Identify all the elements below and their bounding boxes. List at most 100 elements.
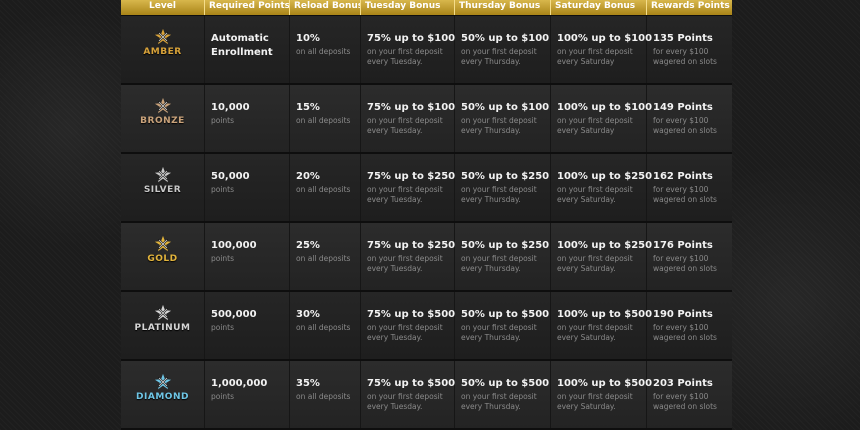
saturday-bonus-note: on your first deposit every Saturday	[557, 116, 633, 135]
level-name: SILVER	[143, 185, 182, 195]
header-reload-bonus: Reload Bonus	[290, 0, 361, 15]
saturday-bonus-note: on your first deposit every Saturday.	[557, 185, 633, 204]
tuesday-bonus-note: on your first deposit every Tuesday.	[367, 116, 443, 135]
required-points-note: points	[211, 323, 235, 332]
saturday-bonus-cell: 100% up to $250 on your first deposit eve…	[551, 223, 653, 290]
reload-bonus-value: 35%	[296, 378, 320, 389]
saturday-bonus-cell: 100% up to $100 on your first deposit eve…	[551, 85, 652, 152]
tuesday-bonus-value: 75% up to $500	[367, 309, 456, 320]
rewards-points-note: for every $100 wagered on slots	[653, 323, 717, 342]
thursday-bonus-cell: 50% up to $500 on your first deposit ever…	[455, 292, 551, 359]
required-points-value: 50,000	[211, 171, 250, 182]
tuesday-bonus-value: 75% up to $250	[367, 171, 456, 182]
x-star-emblem-icon	[154, 373, 171, 390]
rewards-points-value: 176 Points	[653, 240, 713, 251]
reload-bonus-note: on all deposits	[296, 392, 351, 401]
tuesday-bonus-value: 75% up to $500	[367, 378, 456, 389]
thursday-bonus-note: on your first deposit every Thursday.	[461, 116, 537, 135]
tuesday-bonus-note: on your first deposit every Tuesday.	[367, 392, 443, 411]
x-star-emblem-icon	[154, 166, 171, 183]
reload-bonus-cell: 30% on all deposits	[290, 292, 361, 359]
reload-bonus-cell: 25% on all deposits	[290, 223, 361, 290]
table-row: BRONZE 10,000 points 15% on all deposits…	[121, 85, 732, 152]
tuesday-bonus-note: on your first deposit every Tuesday.	[367, 47, 443, 66]
required-points-note: points	[211, 185, 235, 194]
required-points-cell: 500,000 points	[205, 292, 290, 359]
level-cell: DIAMOND	[121, 361, 205, 428]
saturday-bonus-note: on your first deposit every Saturday	[557, 47, 633, 66]
thursday-bonus-cell: 50% up to $100 on your first deposit ever…	[455, 16, 551, 83]
thursday-bonus-cell: 50% up to $250 on your first deposit ever…	[455, 154, 551, 221]
tuesday-bonus-cell: 75% up to $250 on your first deposit ever…	[361, 223, 455, 290]
thursday-bonus-value: 50% up to $500	[461, 309, 550, 320]
reload-bonus-note: on all deposits	[296, 185, 351, 194]
required-points-cell: 50,000 points	[205, 154, 290, 221]
saturday-bonus-note: on your first deposit every Saturday.	[557, 392, 633, 411]
required-points-value: Automatic Enrollment	[211, 33, 273, 58]
required-points-cell: Automatic Enrollment	[205, 16, 290, 83]
thursday-bonus-value: 50% up to $100	[461, 33, 550, 44]
rewards-points-cell: 135 Points for every $100 wagered on slot…	[647, 16, 732, 83]
table-row: GOLD 100,000 points 25% on all deposits …	[121, 223, 732, 290]
reload-bonus-note: on all deposits	[296, 323, 351, 332]
reload-bonus-note: on all deposits	[296, 254, 351, 263]
rewards-points-note: for every $100 wagered on slots	[653, 254, 717, 273]
header-level: Level	[121, 0, 205, 15]
saturday-bonus-value: 100% up to $500	[557, 309, 653, 320]
saturday-bonus-cell: 100% up to $500 on your first deposit eve…	[551, 361, 653, 428]
table-body: AMBER Automatic Enrollment 10% on all de…	[121, 16, 732, 430]
saturday-bonus-cell: 100% up to $250 on your first deposit eve…	[551, 154, 652, 221]
rewards-points-value: 190 Points	[653, 309, 713, 320]
table-row: AMBER Automatic Enrollment 10% on all de…	[121, 16, 732, 83]
x-star-emblem-icon	[154, 28, 171, 45]
required-points-value: 100,000	[211, 240, 257, 251]
required-points-note: points	[211, 254, 235, 263]
x-star-emblem-icon	[154, 235, 171, 252]
required-points-note: points	[211, 116, 235, 125]
reload-bonus-value: 15%	[296, 102, 320, 113]
reload-bonus-value: 20%	[296, 171, 320, 182]
thursday-bonus-note: on your first deposit every Thursday.	[461, 392, 537, 411]
saturday-bonus-value: 100% up to $100	[557, 33, 653, 44]
level-cell: PLATINUM	[121, 292, 205, 359]
tuesday-bonus-cell: 75% up to $250 on your first deposit ever…	[361, 154, 455, 221]
saturday-bonus-value: 100% up to $250	[557, 240, 653, 251]
rewards-points-note: for every $100 wagered on slots	[653, 47, 717, 66]
required-points-value: 10,000	[211, 102, 250, 113]
rewards-points-value: 203 Points	[653, 378, 713, 389]
table-row: PLATINUM 500,000 points 30% on all depos…	[121, 292, 732, 359]
reload-bonus-value: 25%	[296, 240, 320, 251]
level-name: PLATINUM	[134, 323, 191, 333]
tuesday-bonus-note: on your first deposit every Tuesday.	[367, 254, 443, 273]
required-points-value: 1,000,000	[211, 378, 268, 389]
reload-bonus-value: 10%	[296, 33, 320, 44]
tuesday-bonus-value: 75% up to $100	[367, 33, 456, 44]
saturday-bonus-note: on your first deposit every Saturday.	[557, 323, 633, 342]
thursday-bonus-cell: 50% up to $100 on your first deposit ever…	[455, 85, 551, 152]
saturday-bonus-value: 100% up to $500	[557, 378, 653, 389]
x-star-emblem-icon	[154, 97, 171, 114]
tuesday-bonus-note: on your first deposit every Tuesday.	[367, 323, 443, 342]
header-saturday-bonus: Saturday Bonus	[551, 0, 647, 15]
table-row: DIAMOND 1,000,000 points 35% on all depo…	[121, 361, 732, 428]
level-name: GOLD	[147, 254, 178, 264]
required-points-value: 500,000	[211, 309, 257, 320]
thursday-bonus-note: on your first deposit every Thursday.	[461, 47, 537, 66]
rewards-points-cell: 149 Points for every $100 wagered on slot…	[647, 85, 732, 152]
rewards-points-value: 149 Points	[653, 102, 713, 113]
tuesday-bonus-cell: 75% up to $100 on your first deposit ever…	[361, 85, 455, 152]
level-name: AMBER	[143, 47, 182, 57]
thursday-bonus-value: 50% up to $100	[461, 102, 550, 113]
required-points-cell: 100,000 points	[205, 223, 290, 290]
reload-bonus-cell: 15% on all deposits	[290, 85, 361, 152]
x-star-emblem-icon	[154, 304, 171, 321]
tuesday-bonus-value: 75% up to $250	[367, 240, 456, 251]
table-header: Level Required Points Reload Bonus Tuesd…	[121, 0, 732, 15]
level-cell: GOLD	[121, 223, 205, 290]
tuesday-bonus-note: on your first deposit every Tuesday.	[367, 185, 443, 204]
saturday-bonus-cell: 100% up to $500 on your first deposit eve…	[551, 292, 653, 359]
table-row: SILVER 50,000 points 20% on all deposits…	[121, 154, 732, 221]
thursday-bonus-value: 50% up to $250	[461, 171, 550, 182]
rewards-points-value: 135 Points	[653, 33, 713, 44]
reload-bonus-note: on all deposits	[296, 116, 351, 125]
